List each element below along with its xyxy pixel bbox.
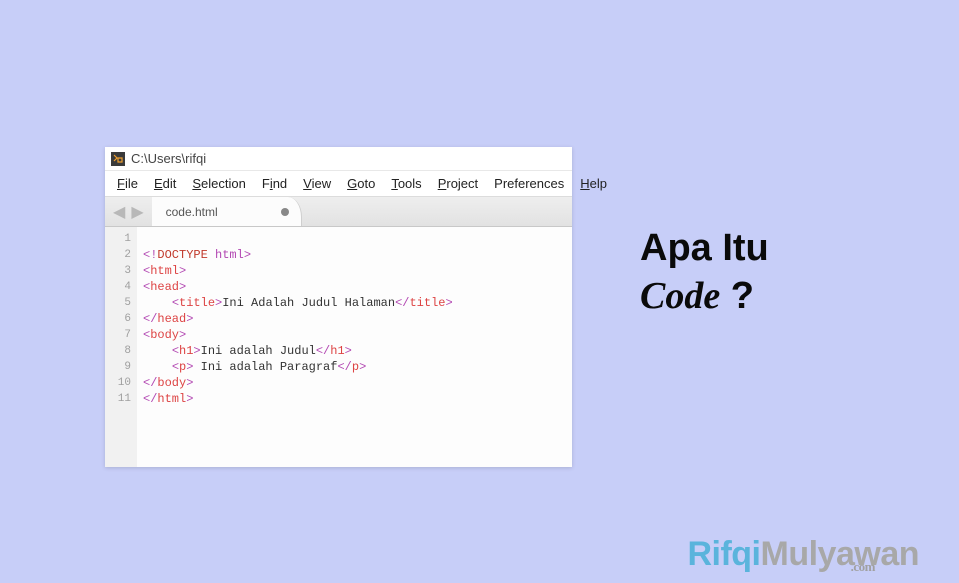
menu-edit[interactable]: Edit: [146, 174, 184, 193]
code-content[interactable]: <!DOCTYPE html> <html> <head> <title>Ini…: [137, 227, 572, 467]
brand-last: Mulyawan: [761, 535, 919, 573]
menu-project[interactable]: Project: [430, 174, 486, 193]
line-gutter: 1 2 3 4 5 6 7 8 9 10 11: [105, 227, 137, 467]
heading-line2: Code ?: [640, 273, 769, 321]
tab-bar: ◀ ▶ code.html: [105, 197, 572, 227]
nav-back-icon[interactable]: ◀: [113, 202, 125, 222]
app-icon: [111, 152, 125, 166]
code-editor[interactable]: 1 2 3 4 5 6 7 8 9 10 11 <!DOCTYPE html> …: [105, 227, 572, 467]
menu-goto[interactable]: Goto: [339, 174, 383, 193]
brand-logo: RifqiMulyawan .com: [687, 537, 919, 571]
editor-window: C:\Users\rifqi File Edit Selection Find …: [105, 147, 572, 467]
menu-selection[interactable]: Selection: [184, 174, 253, 193]
tab-nav: ◀ ▶: [105, 197, 152, 226]
titlebar: C:\Users\rifqi: [105, 147, 572, 171]
brand-tld: .com: [851, 560, 875, 573]
menu-tools[interactable]: Tools: [383, 174, 429, 193]
menu-view[interactable]: View: [295, 174, 339, 193]
menu-help[interactable]: Help: [572, 174, 615, 193]
tab-label: code.html: [166, 205, 218, 219]
menu-find[interactable]: Find: [254, 174, 295, 193]
tab-code-html[interactable]: code.html: [152, 197, 302, 226]
nav-forward-icon[interactable]: ▶: [131, 202, 143, 222]
menubar: File Edit Selection Find View Goto Tools…: [105, 171, 572, 197]
menu-file[interactable]: File: [109, 174, 146, 193]
tab-dirty-icon: [281, 208, 289, 216]
page-heading: Apa Itu Code ?: [640, 225, 769, 320]
heading-line1: Apa Itu: [640, 225, 769, 273]
window-title: C:\Users\rifqi: [131, 151, 206, 166]
menu-preferences[interactable]: Preferences: [486, 174, 572, 193]
brand-first: Rifqi: [687, 535, 760, 573]
